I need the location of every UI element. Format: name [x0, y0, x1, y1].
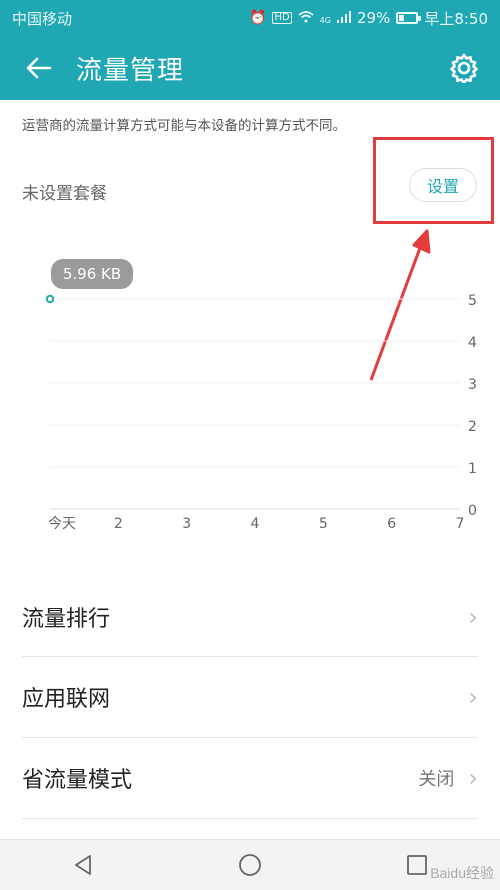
status-icons: ⏰ HD 4G 29% 早上8:50 — [249, 8, 488, 29]
menu-item-label: 应用联网 — [22, 687, 111, 712]
usage-chart: 0 1 2 3 4 5 今天 2 3 4 5 6 7 5.96 KB — [45, 259, 477, 532]
status-bar: 中国移动 ⏰ HD 4G 29% 早上8:50 — [0, 0, 500, 36]
carrier-name: 中国移动 — [12, 9, 73, 28]
battery-percent: 29% — [356, 9, 391, 27]
divider — [22, 818, 478, 819]
y-tick-label: 0 — [468, 503, 477, 519]
gear-icon — [450, 53, 478, 83]
y-tick-label: 4 — [468, 335, 477, 351]
battery-icon — [396, 12, 422, 24]
nav-back-button[interactable] — [63, 845, 103, 885]
hd-icon: HD — [272, 12, 292, 24]
chevron-right-icon: › — [468, 683, 478, 711]
menu-item-app-networking[interactable]: 应用联网 › — [0, 657, 500, 737]
recents-square-icon — [406, 855, 427, 875]
y-tick-label: 3 — [468, 377, 477, 393]
x-tick-label: 2 — [114, 516, 123, 532]
menu-item-data-saver[interactable]: 省流量模式 关闭 › — [0, 738, 500, 818]
chevron-right-icon: › — [468, 764, 478, 792]
back-arrow-icon — [26, 57, 52, 79]
x-tick-label: 3 — [182, 516, 191, 532]
data-saver-state: 关闭 — [418, 769, 455, 790]
x-tick-label: 6 — [387, 516, 396, 532]
signal-icon — [336, 10, 351, 26]
page-title: 流量管理 — [76, 55, 185, 86]
x-tick-label: 4 — [251, 516, 260, 532]
usage-tooltip-label: 5.96 KB — [63, 265, 121, 283]
x-tick-label: 5 — [319, 516, 328, 532]
nav-home-button[interactable] — [230, 845, 270, 885]
y-tick-label: 5 — [468, 293, 477, 309]
back-triangle-icon — [75, 855, 92, 875]
chevron-right-icon: › — [468, 603, 478, 631]
highlight-box — [373, 137, 494, 224]
x-tick-label: 7 — [456, 516, 465, 532]
menu-item-label: 流量排行 — [22, 607, 111, 632]
x-tick-label: 今天 — [48, 516, 76, 532]
clock: 早上8:50 — [424, 9, 488, 28]
data-point — [45, 294, 55, 304]
wifi-icon — [298, 10, 314, 26]
menu-item-traffic-ranking[interactable]: 流量排行 › — [0, 577, 500, 657]
settings-button[interactable] — [446, 50, 482, 86]
plan-status: 未设置套餐 — [22, 184, 107, 204]
y-tick-label: 2 — [468, 419, 477, 435]
menu-item-label: 省流量模式 — [22, 768, 133, 793]
home-circle-icon — [239, 854, 261, 876]
navigation-bar — [0, 839, 500, 890]
app-bar: 流量管理 — [0, 36, 500, 100]
baidu-watermark: Baidu经验 — [430, 865, 494, 881]
alarm-icon: ⏰ — [249, 10, 267, 26]
network-type: 4G — [319, 15, 331, 25]
back-button[interactable] — [0, 36, 76, 100]
y-tick-label: 1 — [468, 461, 477, 477]
carrier-notice: 运营商的流量计算方式可能与本设备的计算方式不同。 — [22, 118, 346, 134]
